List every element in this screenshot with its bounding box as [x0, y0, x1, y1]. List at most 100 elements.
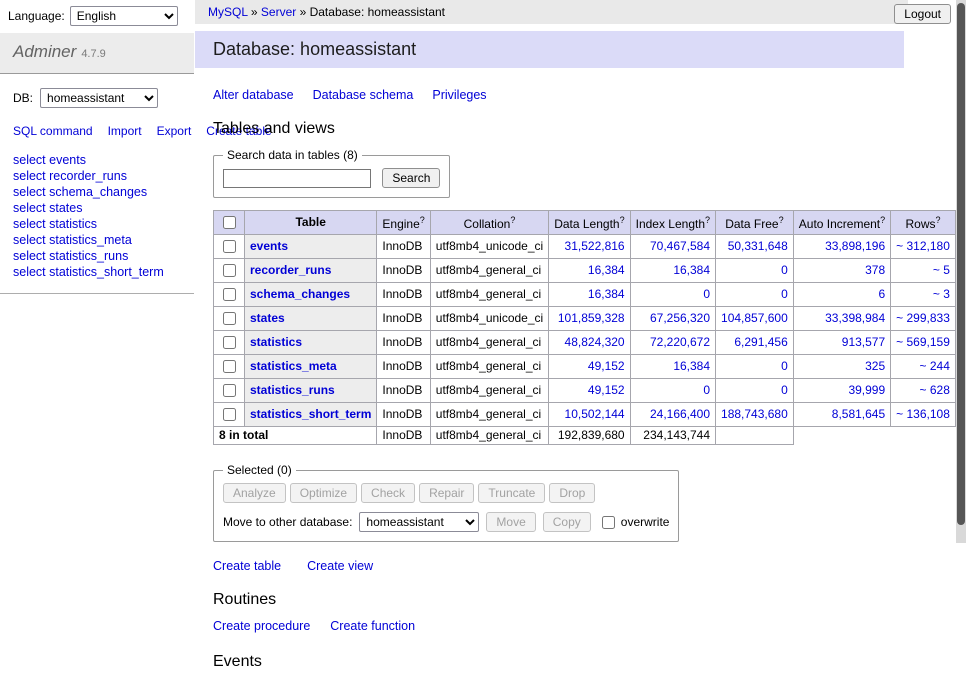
table-name-link[interactable]: recorder_runs — [250, 263, 331, 277]
repair-button[interactable]: Repair — [419, 483, 474, 503]
data-free-link[interactable]: 0 — [781, 383, 788, 397]
column-header-rows[interactable]: Rows? — [891, 211, 956, 235]
help-icon[interactable]: ? — [936, 215, 941, 225]
table-name-link[interactable]: statistics_meta — [250, 359, 337, 373]
sidebar-select-events[interactable]: select events — [13, 152, 181, 168]
drop-button[interactable]: Drop — [549, 483, 595, 503]
table-name-link[interactable]: statistics_runs — [250, 383, 335, 397]
sidebar-select-statistics-meta[interactable]: select statistics_meta — [13, 232, 181, 248]
data-length-link[interactable]: 101,859,328 — [558, 311, 625, 325]
column-header-data-length[interactable]: Data Length? — [549, 211, 630, 235]
help-icon[interactable]: ? — [510, 215, 515, 225]
sidebar-link-export[interactable]: Export — [157, 124, 192, 138]
table-name-link[interactable]: statistics — [250, 335, 302, 349]
index-length-link[interactable]: 67,256,320 — [650, 311, 710, 325]
auto-increment-link[interactable]: 325 — [865, 359, 885, 373]
column-header-engine[interactable]: Engine? — [377, 211, 430, 235]
rows-link[interactable]: ~ 3 — [933, 287, 950, 301]
move-db-select[interactable]: homeassistant — [359, 512, 479, 532]
table-name-link[interactable]: statistics_short_term — [250, 407, 371, 421]
rows-link[interactable]: ~ 628 — [920, 383, 950, 397]
rows-link[interactable]: ~ 244 — [920, 359, 950, 373]
index-length-link[interactable]: 16,384 — [673, 263, 710, 277]
move-button[interactable]: Move — [486, 512, 535, 532]
adminer-logo[interactable]: Adminer — [13, 42, 76, 61]
index-length-link[interactable]: 0 — [703, 383, 710, 397]
row-checkbox[interactable] — [223, 336, 236, 349]
index-length-link[interactable]: 24,166,400 — [650, 407, 710, 421]
data-length-link[interactable]: 16,384 — [588, 287, 625, 301]
index-length-link[interactable]: 16,384 — [673, 359, 710, 373]
index-length-link[interactable]: 72,220,672 — [650, 335, 710, 349]
data-free-link[interactable]: 0 — [781, 359, 788, 373]
data-free-link[interactable]: 50,331,648 — [728, 239, 788, 253]
data-free-link[interactable]: 104,857,600 — [721, 311, 788, 325]
auto-increment-link[interactable]: 39,999 — [848, 383, 885, 397]
index-length-link[interactable]: 0 — [703, 287, 710, 301]
row-checkbox[interactable] — [223, 240, 236, 253]
link-create-view[interactable]: Create view — [307, 559, 373, 573]
rows-link[interactable]: ~ 136,108 — [896, 407, 950, 421]
data-length-link[interactable]: 48,824,320 — [565, 335, 625, 349]
data-free-link[interactable]: 188,743,680 — [721, 407, 788, 421]
row-checkbox[interactable] — [223, 264, 236, 277]
help-icon[interactable]: ? — [779, 215, 784, 225]
search-button[interactable]: Search — [382, 168, 440, 188]
column-header-auto-increment[interactable]: Auto Increment? — [793, 211, 890, 235]
index-length-link[interactable]: 70,467,584 — [650, 239, 710, 253]
sidebar-select-recorder-runs[interactable]: select recorder_runs — [13, 168, 181, 184]
row-checkbox[interactable] — [223, 312, 236, 325]
action-alter-database[interactable]: Alter database — [213, 88, 294, 102]
data-length-link[interactable]: 16,384 — [588, 263, 625, 277]
data-free-link[interactable]: 0 — [781, 287, 788, 301]
link-create-table[interactable]: Create table — [213, 559, 281, 573]
auto-increment-link[interactable]: 913,577 — [842, 335, 885, 349]
sidebar-select-states[interactable]: select states — [13, 200, 181, 216]
link-create-procedure[interactable]: Create procedure — [213, 619, 310, 633]
breadcrumb-link-mysql[interactable]: MySQL — [208, 5, 248, 19]
column-header-collation[interactable]: Collation? — [430, 211, 548, 235]
data-free-link[interactable]: 6,291,456 — [734, 335, 787, 349]
column-header-data-free[interactable]: Data Free? — [716, 211, 794, 235]
optimize-button[interactable]: Optimize — [290, 483, 357, 503]
data-length-link[interactable]: 31,522,816 — [565, 239, 625, 253]
rows-link[interactable]: ~ 569,159 — [896, 335, 950, 349]
auto-increment-link[interactable]: 378 — [865, 263, 885, 277]
vertical-scrollbar[interactable] — [956, 0, 966, 543]
table-name-link[interactable]: states — [250, 311, 285, 325]
data-length-link[interactable]: 49,152 — [588, 383, 625, 397]
sidebar-link-sql-command[interactable]: SQL command — [13, 124, 93, 138]
sidebar-select-statistics[interactable]: select statistics — [13, 216, 181, 232]
rows-link[interactable]: ~ 312,180 — [896, 239, 950, 253]
language-select[interactable]: English — [70, 6, 178, 26]
help-icon[interactable]: ? — [705, 215, 710, 225]
rows-link[interactable]: ~ 299,833 — [896, 311, 950, 325]
link-create-function[interactable]: Create function — [330, 619, 415, 633]
rows-link[interactable]: ~ 5 — [933, 263, 950, 277]
check-button[interactable]: Check — [361, 483, 415, 503]
action-database-schema[interactable]: Database schema — [313, 88, 414, 102]
help-icon[interactable]: ? — [880, 215, 885, 225]
row-checkbox[interactable] — [223, 288, 236, 301]
sidebar-select-statistics-short-term[interactable]: select statistics_short_term — [13, 264, 181, 280]
data-length-link[interactable]: 49,152 — [588, 359, 625, 373]
row-checkbox[interactable] — [223, 408, 236, 421]
logout-button[interactable]: Logout — [894, 4, 951, 24]
analyze-button[interactable]: Analyze — [223, 483, 286, 503]
help-icon[interactable]: ? — [620, 215, 625, 225]
row-checkbox[interactable] — [223, 384, 236, 397]
action-privileges[interactable]: Privileges — [432, 88, 486, 102]
sidebar-link-import[interactable]: Import — [108, 124, 142, 138]
row-checkbox[interactable] — [223, 360, 236, 373]
truncate-button[interactable]: Truncate — [478, 483, 545, 503]
sidebar-select-statistics-runs[interactable]: select statistics_runs — [13, 248, 181, 264]
scrollbar-thumb[interactable] — [957, 3, 965, 525]
auto-increment-link[interactable]: 8,581,645 — [832, 407, 885, 421]
sidebar-select-schema-changes[interactable]: select schema_changes — [13, 184, 181, 200]
search-input[interactable] — [223, 169, 371, 188]
table-name-link[interactable]: events — [250, 239, 288, 253]
select-all-checkbox[interactable] — [223, 216, 236, 229]
auto-increment-link[interactable]: 33,898,196 — [825, 239, 885, 253]
breadcrumb-link-server[interactable]: Server — [261, 5, 296, 19]
table-name-link[interactable]: schema_changes — [250, 287, 350, 301]
